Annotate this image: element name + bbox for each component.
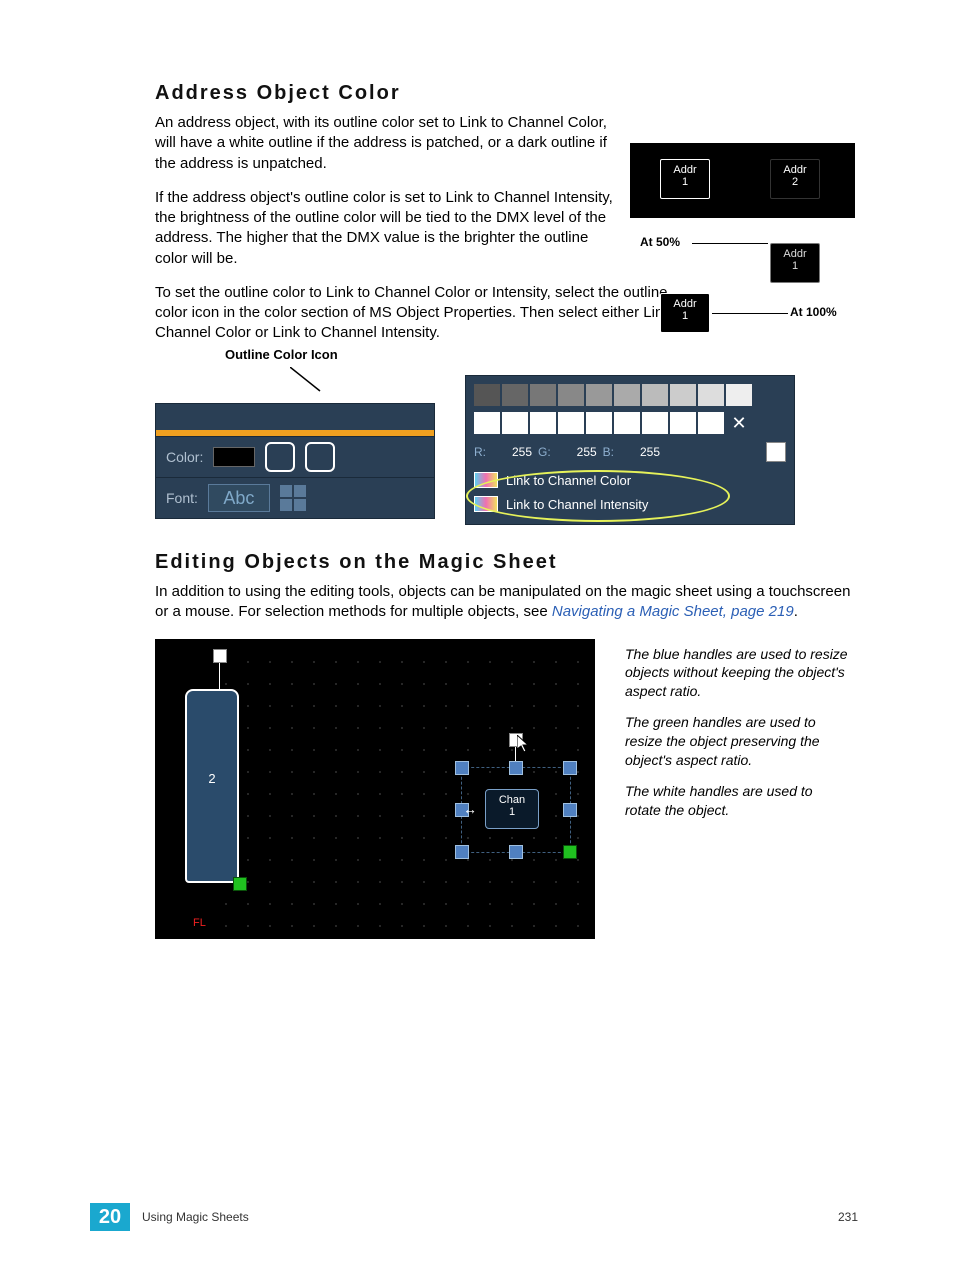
swatch[interactable] — [558, 412, 584, 434]
label-r: R: — [474, 445, 486, 459]
link-navigating-magic-sheet[interactable]: Navigating a Magic Sheet, page 219 — [552, 603, 794, 620]
addr-box-4-label: Addr — [673, 298, 696, 310]
heading-editing-objects: Editing Objects on the Magic Sheet — [155, 551, 855, 574]
swatch[interactable] — [642, 384, 668, 406]
clear-color-icon[interactable]: ✕ — [726, 412, 752, 434]
aspect-resize-handle-icon[interactable] — [563, 845, 577, 859]
addr-box-1-label: Addr — [673, 164, 696, 176]
addr-box-3-label: Addr — [783, 248, 806, 260]
page-number: 231 — [838, 1210, 858, 1224]
swatch[interactable] — [474, 384, 500, 406]
option-link-channel-intensity[interactable]: Link to Channel Intensity — [474, 492, 786, 516]
aspect-resize-handle-icon[interactable] — [233, 877, 247, 891]
value-r: 255 — [492, 445, 532, 459]
swatch[interactable] — [502, 384, 528, 406]
resize-handle-icon[interactable] — [509, 761, 523, 775]
resize-handle-icon[interactable] — [455, 761, 469, 775]
label-b: B: — [603, 445, 614, 459]
swatch[interactable] — [642, 412, 668, 434]
fixture-number: 2 — [187, 771, 237, 786]
swatch-outline-color[interactable] — [265, 442, 295, 472]
chan-selection-group[interactable]: Chan 1 ↔ — [455, 759, 575, 869]
label-g: G: — [538, 445, 551, 459]
swatch[interactable] — [558, 384, 584, 406]
swatch[interactable] — [502, 412, 528, 434]
figure-magic-sheet-editing: 2 FL — [155, 639, 595, 939]
addr-box-2-label: Addr — [783, 164, 806, 176]
swatch[interactable] — [586, 384, 612, 406]
swatch-current[interactable] — [766, 442, 786, 462]
chapter-title: Using Magic Sheets — [142, 1210, 249, 1224]
label-color: Color: — [166, 449, 203, 465]
caption-blue-handles: The blue handles are used to resize obje… — [625, 645, 850, 702]
caption-white-handles: The white handles are used to rotate the… — [625, 782, 850, 820]
para-edit-1: In addition to using the editing tools, … — [155, 582, 855, 623]
resize-handle-icon[interactable] — [509, 845, 523, 859]
para-addr-3: To set the outline color to Link to Chan… — [155, 283, 695, 344]
heading-address-object-color: Address Object Color — [155, 82, 855, 105]
para-addr-2: If the address object's outline color is… — [155, 188, 620, 269]
addr-box-2-num: 2 — [792, 176, 798, 188]
label-outline-color-icon: Outline Color Icon — [225, 347, 338, 362]
chan-object[interactable]: Chan 1 — [485, 789, 539, 829]
value-b: 255 — [620, 445, 660, 459]
para-addr-1: An address object, with its outline colo… — [155, 113, 620, 174]
swatch-extra-color[interactable] — [305, 442, 335, 472]
resize-handle-icon[interactable] — [455, 845, 469, 859]
addr-box-3-num: 1 — [792, 260, 798, 272]
cursor-icon — [517, 735, 531, 753]
label-fl: FL — [193, 917, 206, 929]
swatch[interactable] — [726, 384, 752, 406]
rainbow-chip-icon — [474, 496, 498, 512]
swatch[interactable] — [530, 384, 556, 406]
font-sample-box[interactable]: Abc — [208, 484, 270, 512]
swatch[interactable] — [586, 412, 612, 434]
resize-handle-icon[interactable] — [563, 761, 577, 775]
option-link-channel-color[interactable]: Link to Channel Color — [474, 468, 786, 492]
label-at-100: At 100% — [790, 305, 837, 319]
swatch-fill-color[interactable] — [213, 447, 255, 467]
font-color-grid[interactable] — [280, 485, 306, 511]
addr-box-1-num: 1 — [682, 176, 688, 188]
swatch[interactable] — [530, 412, 556, 434]
label-at-50: At 50% — [640, 235, 680, 249]
addr-box-4-num: 1 — [682, 310, 688, 322]
rotate-handle-icon[interactable] — [213, 649, 227, 663]
label-link-channel-intensity: Link to Channel Intensity — [506, 497, 648, 512]
caption-green-handles: The green handles are used to resize the… — [625, 713, 850, 770]
para-edit-1b: . — [794, 603, 798, 620]
rainbow-chip-icon — [474, 472, 498, 488]
swatch[interactable] — [614, 384, 640, 406]
chan-label: Chan — [499, 794, 525, 806]
move-arrows-icon: ↔ — [463, 801, 477, 817]
swatch[interactable] — [698, 412, 724, 434]
panel-ms-object-color: Color: Font: Abc — [155, 403, 435, 519]
annotation-line-outline-icon — [290, 367, 325, 393]
swatch[interactable] — [614, 412, 640, 434]
chapter-number-badge: 20 — [90, 1203, 130, 1231]
swatch[interactable] — [698, 384, 724, 406]
page-footer: 20 Using Magic Sheets 231 — [90, 1202, 858, 1232]
label-link-channel-color: Link to Channel Color — [506, 473, 631, 488]
label-font: Font: — [166, 490, 198, 506]
swatch[interactable] — [670, 412, 696, 434]
figure-address-objects: Addr 1 Addr 2 Addr 1 Addr 1 At 50% At 10… — [630, 143, 855, 343]
resize-handle-icon[interactable] — [563, 803, 577, 817]
fixture-object[interactable]: 2 — [185, 689, 239, 883]
chan-number: 1 — [509, 806, 515, 818]
swatch[interactable] — [474, 412, 500, 434]
swatch[interactable] — [670, 384, 696, 406]
value-g: 255 — [557, 445, 597, 459]
panel-color-picker: ✕ R: 255 G: 255 B: 255 Link to Channel Colo… — [465, 375, 795, 525]
